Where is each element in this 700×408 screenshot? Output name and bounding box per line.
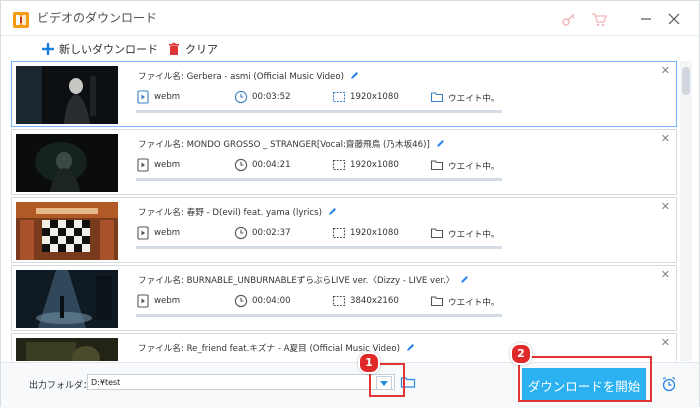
close-window-button[interactable] bbox=[665, 10, 683, 28]
new-download-button[interactable]: 新しいダウンロード bbox=[41, 40, 158, 58]
cart-icon[interactable] bbox=[591, 11, 607, 27]
file-name: ファイル名: MONDO GROSSO _ STRANGER[Vocal:齋藤飛… bbox=[138, 138, 445, 151]
format-text: webm bbox=[154, 92, 181, 102]
alarm-clock-icon[interactable] bbox=[661, 376, 677, 392]
download-item[interactable]: ファイル名: 春野 - D(evil) feat. yama (lyrics) … bbox=[11, 197, 677, 263]
output-folder-field[interactable]: D:¥test bbox=[87, 374, 395, 390]
download-item[interactable]: ファイル名: Gerbera - asmi (Official Music Vi… bbox=[11, 61, 677, 127]
edit-pencil-icon[interactable] bbox=[436, 139, 445, 151]
duration-text: 00:04:00 bbox=[252, 296, 291, 306]
app-logo-icon bbox=[13, 12, 29, 28]
clock-icon bbox=[234, 294, 248, 308]
trash-icon bbox=[167, 42, 181, 56]
clock-icon bbox=[234, 90, 248, 104]
duration-text: 00:02:37 bbox=[252, 228, 291, 238]
output-folder-label: 出力フォルダ： bbox=[29, 381, 93, 391]
title-bar: ビデオのダウンロード bbox=[1, 1, 699, 36]
folder-icon bbox=[430, 160, 444, 171]
video-file-icon bbox=[137, 294, 149, 308]
duration-text: 00:03:52 bbox=[252, 92, 291, 102]
video-thumbnail bbox=[16, 338, 118, 361]
clock-icon bbox=[234, 226, 248, 240]
resolution-icon bbox=[332, 227, 346, 239]
video-file-icon bbox=[137, 158, 149, 172]
edit-pencil-icon[interactable] bbox=[350, 71, 359, 83]
resolution-text: 1920x1080 bbox=[350, 92, 399, 102]
format-text: webm bbox=[154, 160, 181, 170]
download-item[interactable]: ファイル名: MONDO GROSSO _ STRANGER[Vocal:齋藤飛… bbox=[11, 129, 677, 195]
resolution-icon bbox=[332, 159, 346, 171]
progress-bar bbox=[136, 314, 502, 317]
status-text: ウエイト中。 bbox=[448, 162, 500, 172]
video-thumbnail bbox=[16, 202, 118, 260]
scrollbar[interactable] bbox=[680, 61, 692, 361]
scrollbar-thumb[interactable] bbox=[682, 67, 690, 95]
toolbar: 新しいダウンロード クリア bbox=[1, 36, 699, 60]
progress-bar bbox=[136, 178, 502, 181]
download-window: ビデオのダウンロード 新しいダウンロード クリア ファイル名: Gerbera … bbox=[0, 0, 700, 408]
remove-item-icon[interactable]: ✕ bbox=[661, 200, 670, 213]
video-file-icon bbox=[137, 90, 149, 104]
progress-bar bbox=[136, 246, 502, 249]
video-file-icon bbox=[137, 226, 149, 240]
download-list: ファイル名: Gerbera - asmi (Official Music Vi… bbox=[11, 61, 677, 361]
edit-pencil-icon[interactable] bbox=[328, 207, 337, 219]
window-title: ビデオのダウンロード bbox=[37, 11, 158, 25]
new-download-label: 新しいダウンロード bbox=[59, 43, 158, 56]
status-text: ウエイト中。 bbox=[448, 94, 500, 104]
remove-item-icon[interactable]: ✕ bbox=[661, 268, 670, 281]
video-thumbnail bbox=[16, 134, 118, 192]
folder-icon bbox=[430, 92, 444, 103]
format-text: webm bbox=[154, 228, 181, 238]
resolution-text: 1920x1080 bbox=[350, 228, 399, 238]
clear-button[interactable]: クリア bbox=[167, 40, 218, 58]
video-thumbnail bbox=[16, 66, 118, 124]
clock-icon bbox=[234, 158, 248, 172]
duration-text: 00:04:21 bbox=[252, 160, 291, 170]
status-text: ウエイト中。 bbox=[448, 230, 500, 240]
resolution-text: 3840x2160 bbox=[350, 296, 399, 306]
resolution-icon bbox=[332, 295, 346, 307]
remove-item-icon[interactable]: ✕ bbox=[661, 132, 670, 145]
key-icon[interactable] bbox=[561, 11, 577, 27]
file-name: ファイル名: Gerbera - asmi (Official Music Vi… bbox=[138, 70, 359, 83]
progress-bar bbox=[136, 110, 502, 113]
clear-label: クリア bbox=[185, 43, 218, 56]
resolution-icon bbox=[332, 91, 346, 103]
video-thumbnail bbox=[16, 270, 118, 328]
plus-icon bbox=[41, 42, 55, 56]
edit-pencil-icon[interactable] bbox=[460, 275, 469, 287]
resolution-text: 1920x1080 bbox=[350, 160, 399, 170]
status-text: ウエイト中。 bbox=[448, 298, 500, 308]
highlight-box-start bbox=[518, 356, 652, 402]
folder-icon bbox=[430, 296, 444, 307]
edit-pencil-icon[interactable] bbox=[406, 343, 415, 355]
file-name: ファイル名: BURNABLE_UNBURNABLEずらぶらLIVE ver.〈… bbox=[138, 274, 469, 287]
remove-item-icon[interactable]: ✕ bbox=[661, 336, 670, 349]
file-name: ファイル名: 春野 - D(evil) feat. yama (lyrics) bbox=[138, 206, 337, 219]
annotation-badge-1: 1 bbox=[358, 352, 380, 374]
annotation-badge-2: 2 bbox=[510, 343, 532, 365]
remove-item-icon[interactable]: ✕ bbox=[661, 64, 670, 77]
format-text: webm bbox=[154, 296, 181, 306]
download-item[interactable]: ファイル名: BURNABLE_UNBURNABLEずらぶらLIVE ver.〈… bbox=[11, 265, 677, 331]
minimize-button[interactable] bbox=[637, 10, 655, 28]
folder-icon bbox=[430, 228, 444, 239]
